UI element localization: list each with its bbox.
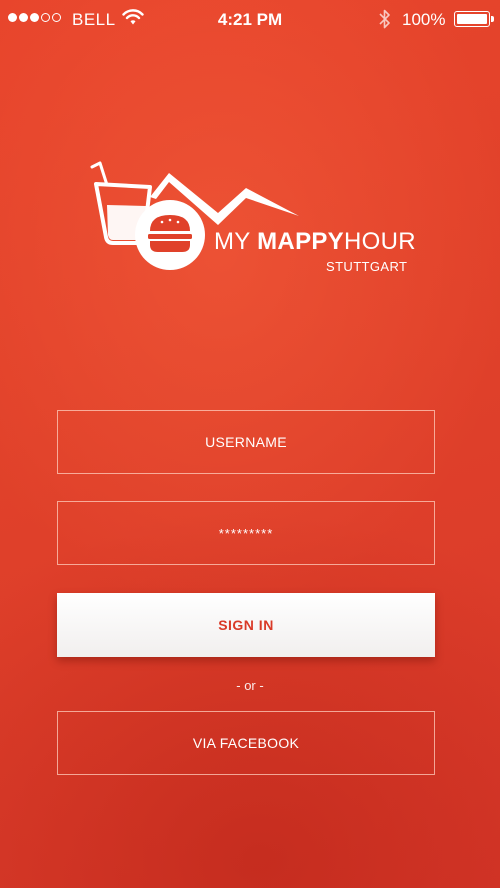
bluetooth-icon bbox=[378, 8, 392, 35]
login-screen: BELL 4:21 PM 100% MY MAPPYHOUR STUTTGART… bbox=[0, 0, 500, 888]
or-separator: - or - bbox=[236, 678, 264, 693]
battery-icon bbox=[454, 11, 490, 27]
battery-percent: 100% bbox=[402, 10, 446, 29]
app-logo bbox=[86, 155, 301, 278]
sign-in-button[interactable]: SIGN IN bbox=[57, 593, 435, 657]
sign-in-label: SIGN IN bbox=[218, 617, 274, 633]
app-title: MY MAPPYHOUR bbox=[214, 228, 416, 255]
facebook-label: VIA FACEBOOK bbox=[192, 735, 300, 751]
burger-icon bbox=[135, 200, 205, 270]
facebook-login-button[interactable]: VIA FACEBOOK bbox=[57, 711, 435, 775]
username-field[interactable]: USERNAME bbox=[57, 410, 435, 474]
username-placeholder: USERNAME bbox=[205, 434, 287, 450]
password-value: ********* bbox=[218, 525, 274, 541]
app-city: STUTTGART bbox=[326, 259, 408, 274]
status-bar: BELL 4:21 PM 100% bbox=[0, 0, 500, 40]
password-field[interactable]: ********* bbox=[57, 501, 435, 565]
